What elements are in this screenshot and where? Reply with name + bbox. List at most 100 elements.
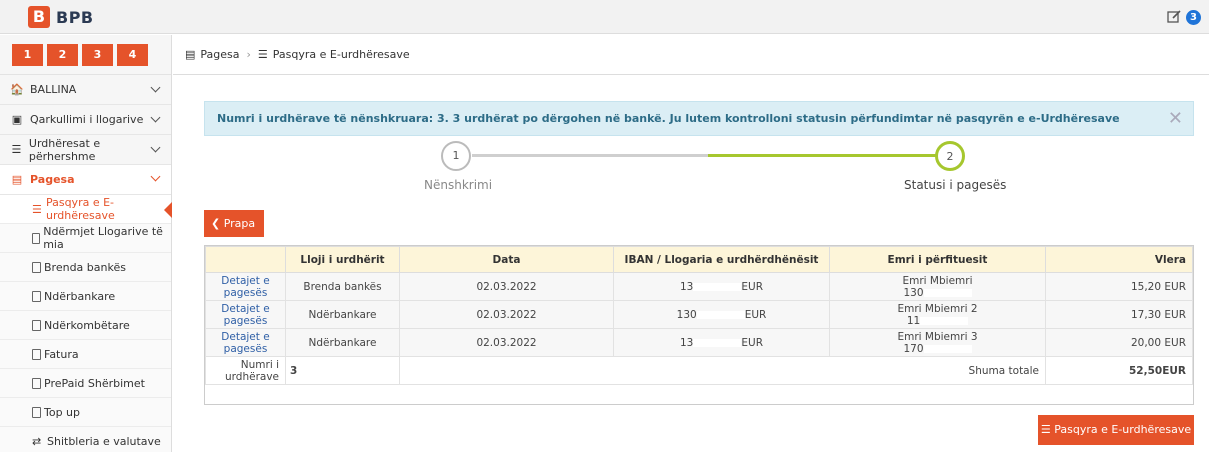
sidebar-sub-pasqyra[interactable]: ☰ Pasqyra e E-urdhëresave [0, 195, 172, 224]
progress-step-1: 1 [441, 141, 471, 171]
sidebar-sub-nderbankare[interactable]: Ndërbankare [0, 282, 171, 311]
link-line-1: Detajet e [221, 274, 270, 287]
sidebar-sub-label: PrePaid Shërbimet [44, 376, 145, 390]
breadcrumb: ▤ Pagesa › ☰ Pasqyra e E-urdhëresave [173, 35, 1209, 75]
list-icon: ☰ [11, 143, 22, 156]
redaction [920, 316, 969, 325]
sidebar-sub-brenda[interactable]: Brenda bankës [0, 253, 171, 282]
order-type: Ndërbankare [285, 328, 400, 357]
payment-details-link[interactable]: Detajet e pagesës [205, 300, 286, 329]
progress-label-1: Nënshkrimi [424, 178, 493, 192]
sidebar-sub-label: Ndërmjet Llogarive të mia [43, 225, 163, 251]
sidebar-sub-label: Pasqyra e E-urdhëresave [45, 196, 115, 222]
logo-text: BPB [56, 7, 94, 27]
progress-line-active [708, 154, 952, 157]
home-icon: 🏠 [10, 83, 24, 96]
bank-logo[interactable]: B BPB [28, 6, 94, 28]
sidebar-sub-label: Ndërbankare [44, 289, 116, 303]
order-iban: 13 EUR [613, 272, 830, 301]
breadcrumb-pasqyra: Pasqyra e E-urdhëresave [272, 48, 410, 61]
orders-overview-label: Pasqyra e E-urdhëresave [1054, 423, 1192, 436]
table-header: Lloji i urdhërit [285, 246, 400, 273]
beneficiary: Emri Mbiemri 2 11 [829, 300, 1046, 329]
sidebar-sub-label: Top up [44, 405, 81, 419]
sidebar-sub-label: Fatura [44, 347, 79, 361]
link-line-1: Detajet e [221, 302, 270, 315]
orders-overview-button[interactable]: ☰ Pasqyra e E-urdhëresave [1038, 415, 1194, 445]
iban-part: EUR [741, 336, 763, 349]
sidebar-sub-label: Shitbleria e valutave [47, 434, 161, 448]
beneficiary: Emri Mbiemri 3 170 [829, 328, 1046, 357]
sidebar-item-pagesa[interactable]: ▤ Pagesa [0, 165, 171, 195]
orders-table: Lloji i urdhërit Data IBAN / Llogaria e … [204, 245, 1194, 405]
close-icon[interactable]: ✕ [1168, 102, 1183, 135]
logo-mark: B [28, 6, 50, 28]
table-row: Detajet e pagesës Brenda bankës 02.03.202… [205, 272, 1193, 301]
count-label: Numri i urdhërave [205, 356, 286, 385]
iban-part: EUR [744, 308, 767, 321]
order-date: 02.03.2022 [399, 300, 614, 329]
back-button[interactable]: ❮ Prapa [204, 210, 264, 237]
top-bar: B BPB 3 [0, 0, 1209, 34]
order-value: 17,30 EUR [1045, 300, 1193, 329]
table-header [205, 246, 286, 273]
payment-details-link[interactable]: Detajet e pagesës [205, 328, 286, 357]
total-value: 52,50EUR [1045, 356, 1193, 385]
sidebar-item-label: Urdhëresat e përhershme [28, 136, 101, 163]
document-icon: ▤ [11, 173, 23, 186]
sidebar-sub-shitbleria[interactable]: ⇄ Shitbleria e valutave [0, 427, 171, 452]
iban-part: 13 [680, 280, 694, 293]
table-row: Detajet e pagesës Ndërbankare 02.03.2022 … [205, 328, 1193, 357]
table-header: IBAN / Llogaria e urdhërdhënësit [613, 246, 830, 273]
quick-step-3[interactable]: 3 [82, 43, 113, 66]
list-icon: ☰ [257, 48, 268, 61]
notification-badge[interactable]: 3 [1186, 9, 1201, 25]
breadcrumb-pagesa[interactable]: Pagesa [200, 48, 239, 61]
order-date: 02.03.2022 [399, 272, 614, 301]
alert-text: Numri i urdhërave të nënshkruara: 3. 3 u… [217, 112, 1120, 125]
beneficiary: Emri Mbiemri 130 [829, 272, 1046, 301]
sidebar-item-urdheresat[interactable]: ☰ Urdhëresat e përhershme [0, 135, 171, 165]
beneficiary-account: 130 [903, 286, 924, 299]
progress-steps: 1 2 Nënshkrimi Statusi i pagesës [204, 140, 1194, 196]
sidebar-sub-label: Brenda bankës [44, 260, 126, 274]
order-iban: 130 EUR [613, 300, 830, 329]
quick-step-4[interactable]: 4 [117, 43, 148, 66]
count-label-line-2: urdhërave [225, 370, 279, 383]
sidebar-sub-topup[interactable]: Top up [0, 398, 171, 427]
beneficiary-account: 170 [903, 342, 924, 355]
sidebar: 1 2 3 4 🏠 BALLINA ▣ Qarkullimi i llogari… [0, 35, 172, 452]
file-icon [32, 232, 41, 244]
quick-step-1[interactable]: 1 [12, 43, 43, 66]
iban-part: 13 [680, 336, 694, 349]
sidebar-item-qarkullimi[interactable]: ▣ Qarkullimi i llogarive [0, 105, 171, 135]
edit-icon[interactable] [1166, 9, 1182, 25]
redaction [696, 310, 745, 319]
progress-line-done [472, 154, 708, 157]
quick-steps: 1 2 3 4 [0, 35, 171, 75]
list-icon: ☰ [32, 202, 42, 216]
document-icon: ▤ [185, 48, 196, 61]
link-line-2: pagesës [223, 286, 268, 299]
total-label: Shuma totale [399, 356, 1046, 385]
order-iban: 13 EUR [613, 328, 830, 357]
sidebar-item-ballina[interactable]: 🏠 BALLINA [0, 75, 171, 105]
sidebar-sub-fatura[interactable]: Fatura [0, 340, 171, 369]
link-line-1: Detajet e [221, 330, 270, 343]
file-icon [32, 348, 41, 360]
sidebar-sub-ndermjet[interactable]: Ndërmjet Llogarive të mia [0, 224, 171, 253]
chevron-down-icon [150, 112, 161, 123]
quick-step-2[interactable]: 2 [47, 43, 78, 66]
sidebar-item-label: Qarkullimi i llogarive [30, 113, 144, 126]
sidebar-sub-label: Ndërkombëtare [44, 318, 130, 332]
sidebar-sub-prepaid[interactable]: PrePaid Shërbimet [0, 369, 171, 398]
order-value: 15,20 EUR [1045, 272, 1193, 301]
file-icon [32, 261, 41, 273]
sidebar-sub-nderkombetare[interactable]: Ndërkombëtare [0, 311, 171, 340]
payment-details-link[interactable]: Detajet e pagesës [205, 272, 286, 301]
list-icon: ☰ [1040, 423, 1051, 436]
order-value: 20,00 EUR [1045, 328, 1193, 357]
redaction [923, 344, 972, 353]
order-type: Ndërbankare [285, 300, 400, 329]
beneficiary-account: 11 [906, 314, 921, 327]
